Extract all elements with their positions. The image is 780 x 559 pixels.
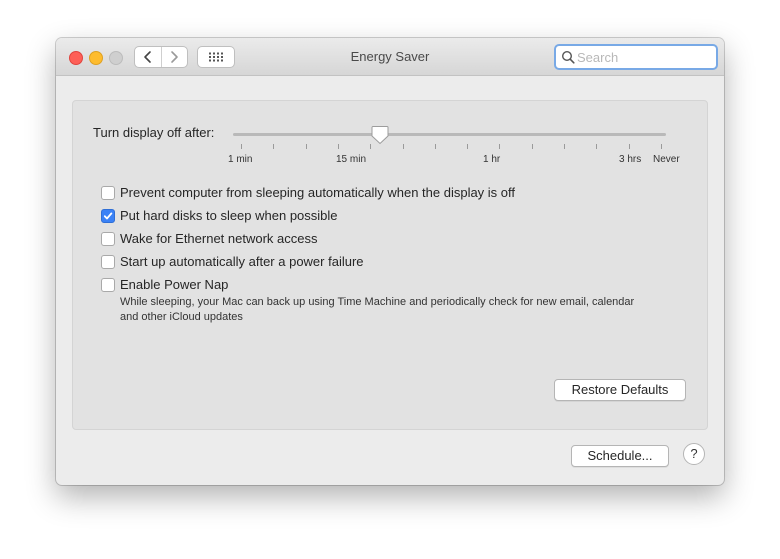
tick-label-15min: 15 min — [336, 154, 367, 165]
slider-tick — [241, 144, 242, 149]
option-wake-ethernet[interactable]: Wake for Ethernet network access — [101, 231, 318, 246]
show-all-button[interactable] — [197, 46, 235, 68]
checkbox-prevent-sleep[interactable] — [101, 185, 115, 200]
title-bar: Energy Saver — [56, 38, 724, 76]
slider-tick — [273, 144, 275, 149]
forward-button[interactable] — [160, 47, 188, 67]
slider-tick — [305, 144, 307, 149]
slider-knob[interactable] — [371, 125, 389, 145]
chevron-right-icon — [171, 51, 179, 63]
slider-tick — [531, 144, 533, 149]
display-sleep-label: Turn display off after: — [93, 125, 215, 140]
option-prevent-sleep[interactable]: Prevent computer from sleeping automatic… — [101, 185, 515, 200]
energy-saver-window: Energy Saver Turn display off after: 1 m… — [56, 38, 724, 485]
checkbox-auto-startup[interactable] — [101, 254, 115, 269]
option-power-nap[interactable]: Enable Power Nap — [101, 277, 228, 292]
show-all-grid-icon — [209, 52, 223, 62]
slider-tick — [596, 144, 598, 149]
option-label: Prevent computer from sleeping automatic… — [120, 185, 516, 200]
checkbox-disk-sleep[interactable] — [101, 208, 115, 223]
back-forward-group — [134, 46, 188, 68]
close-button[interactable] — [69, 51, 83, 65]
display-sleep-slider[interactable]: 1 min 15 min 1 hr 3 hrs Never — [228, 123, 703, 173]
slider-tick — [564, 144, 566, 149]
slider-tick — [628, 144, 630, 149]
search-input[interactable] — [575, 49, 709, 65]
tick-label-1hr: 1 hr — [483, 154, 501, 165]
option-label: Enable Power Nap — [120, 277, 229, 292]
checkbox-wake-ethernet[interactable] — [101, 231, 115, 246]
search-icon — [561, 50, 575, 64]
settings-panel: Turn display off after: 1 min 15 min 1 h… — [72, 100, 708, 430]
minimize-button[interactable] — [89, 51, 103, 65]
window-title: Energy Saver — [350, 49, 430, 64]
slider-tick — [661, 144, 662, 149]
back-button[interactable] — [135, 47, 161, 67]
option-auto-startup[interactable]: Start up automatically after a power fai… — [101, 254, 364, 269]
slider-tick — [499, 144, 501, 149]
slider-track[interactable] — [233, 133, 666, 136]
option-disk-sleep[interactable]: Put hard disks to sleep when possible — [101, 208, 338, 223]
slider-tick — [467, 144, 469, 149]
checkmark-icon — [103, 212, 113, 219]
tick-label-never: Never — [653, 154, 680, 165]
slider-tick — [337, 144, 339, 149]
slider-tick — [434, 144, 436, 149]
checkbox-power-nap[interactable] — [101, 277, 115, 292]
option-label: Wake for Ethernet network access — [120, 231, 318, 246]
option-label: Start up automatically after a power fai… — [120, 254, 364, 269]
slider-tick — [402, 144, 404, 149]
chevron-left-icon — [143, 51, 151, 63]
search-field[interactable] — [554, 44, 718, 70]
zoom-button[interactable] — [109, 51, 123, 65]
help-button[interactable]: ? — [683, 443, 705, 465]
option-label: Put hard disks to sleep when possible — [120, 208, 338, 223]
tick-label-3hrs: 3 hrs — [619, 154, 642, 165]
power-nap-description: While sleeping, your Mac can back up usi… — [120, 296, 635, 323]
schedule-button[interactable]: Schedule... — [571, 445, 669, 467]
restore-defaults-button[interactable]: Restore Defaults — [554, 379, 686, 401]
tick-label-1min: 1 min — [228, 154, 253, 165]
